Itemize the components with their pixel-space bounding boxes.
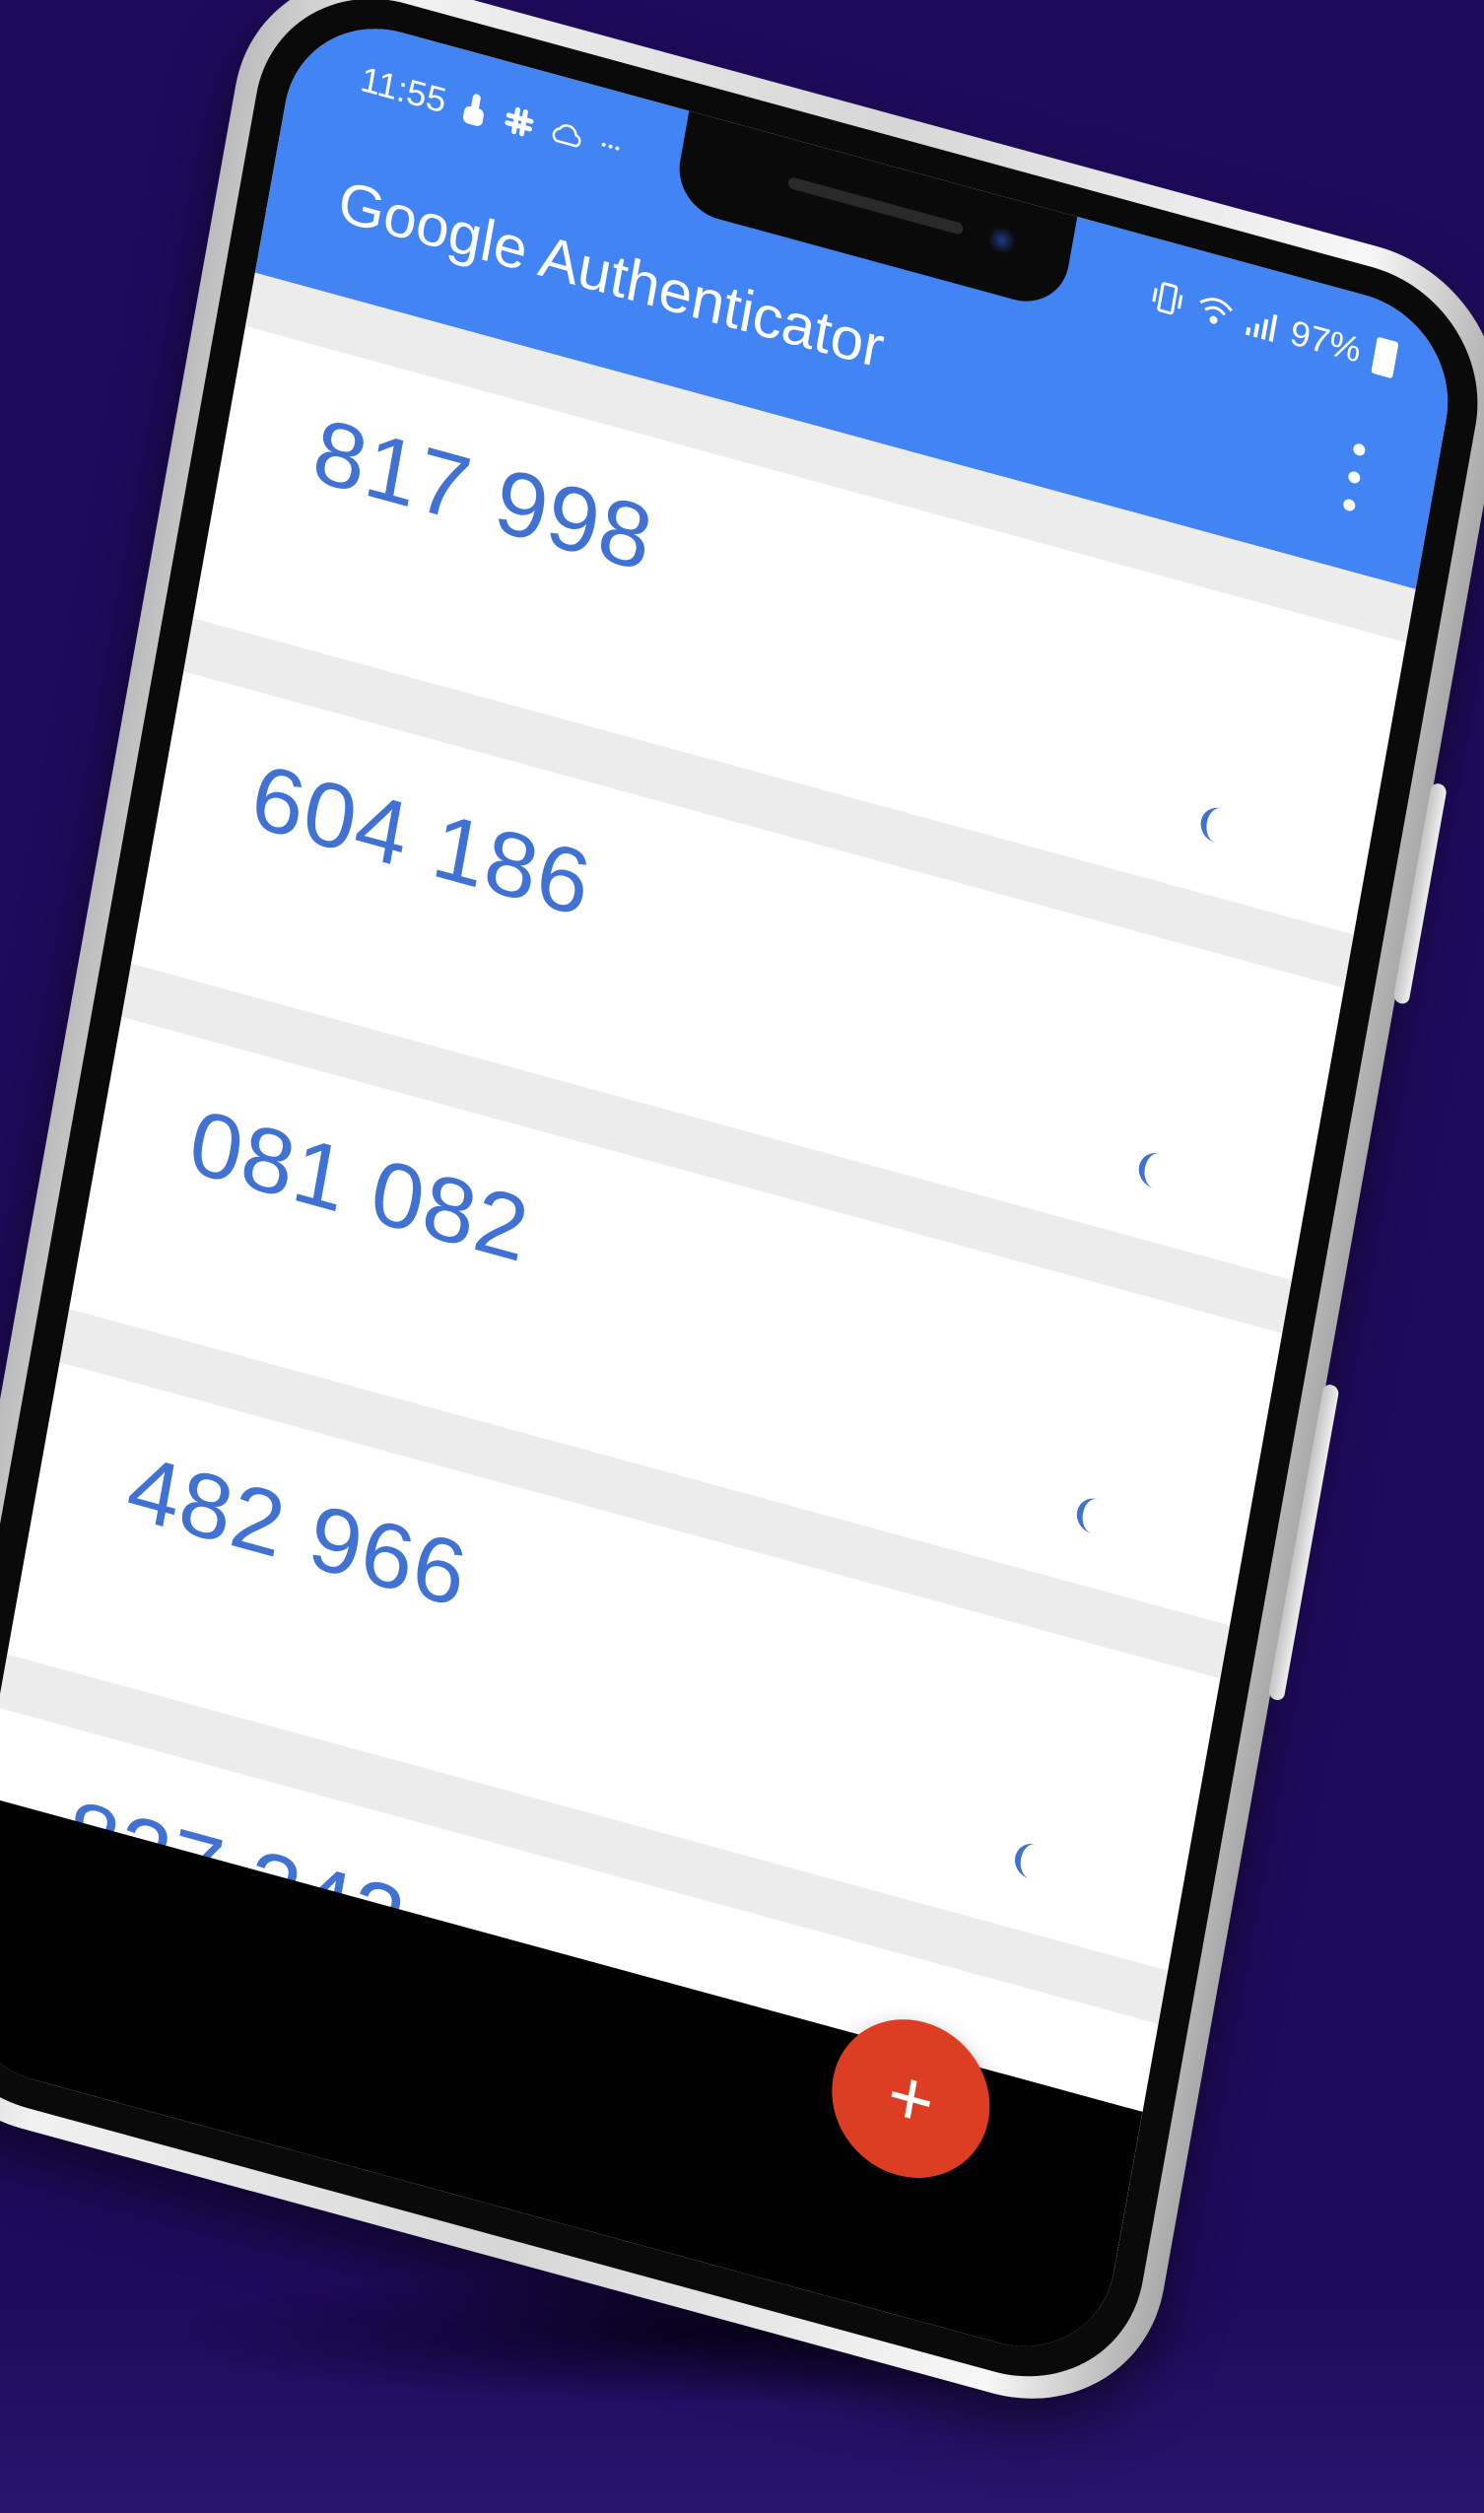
more-notifications-icon (602, 142, 620, 151)
overflow-menu-icon[interactable] (1329, 439, 1381, 516)
otp-code: 482 966 (120, 1434, 475, 1627)
otp-code: 817 998 (305, 398, 661, 591)
countdown-timer-icon (1014, 1844, 1037, 1879)
battery-percent: 97% (1287, 311, 1365, 371)
touch-icon (463, 94, 485, 126)
battery-icon (1371, 336, 1399, 379)
otp-code: 604 186 (243, 743, 599, 936)
status-time: 11:55 (357, 58, 450, 121)
countdown-timer-icon (1076, 1498, 1098, 1534)
otp-code: 081 082 (181, 1089, 537, 1282)
phone-device: 11:55 97% Google Authenticator 817 998 6… (0, 0, 1484, 2433)
cloud-icon (553, 124, 581, 148)
slack-icon (505, 106, 534, 137)
front-camera (985, 223, 1018, 258)
countdown-timer-icon (1138, 1153, 1160, 1189)
signal-icon (1245, 313, 1278, 343)
countdown-timer-icon (1200, 807, 1222, 844)
vibrate-icon (1152, 282, 1183, 315)
wifi-icon (1199, 298, 1233, 324)
add-icon: + (880, 2049, 942, 2147)
speaker-grille (787, 175, 965, 236)
